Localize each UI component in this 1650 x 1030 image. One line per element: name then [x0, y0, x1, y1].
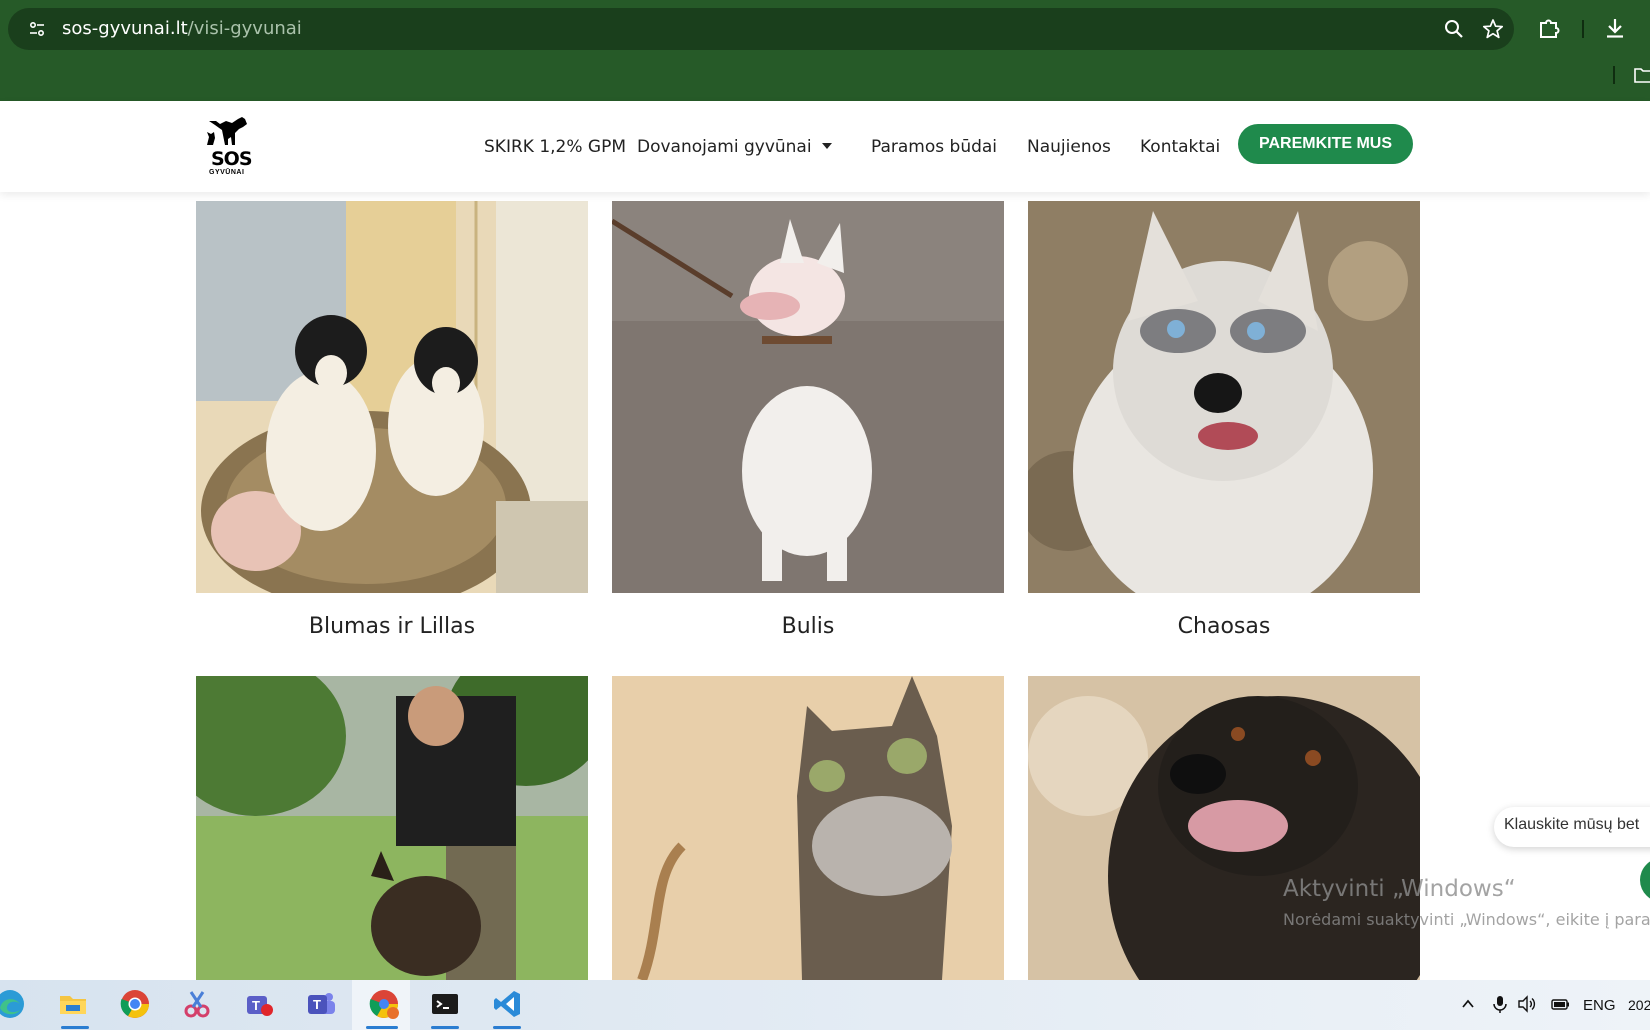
- speaker-icon[interactable]: [1517, 994, 1537, 1014]
- svg-text:T: T: [252, 998, 260, 1013]
- animal-photo-bulis[interactable]: [612, 201, 1004, 593]
- black-dog-image: [1028, 676, 1420, 980]
- running-indicator: [366, 1026, 398, 1029]
- shepherd-training-image: [196, 676, 588, 980]
- chevron-down-icon[interactable]: [822, 143, 832, 149]
- zoom-icon[interactable]: [1443, 18, 1465, 40]
- cat-frame-image: [612, 676, 1004, 980]
- support-us-button[interactable]: PAREMKITE MUS: [1238, 124, 1413, 164]
- microphone-icon[interactable]: [1490, 994, 1510, 1014]
- puppies-image: [196, 201, 588, 593]
- activation-watermark-subtitle: Norėdami suaktyvinti „Windows“, eikite į…: [1283, 910, 1650, 929]
- chat-open-button[interactable]: [1640, 858, 1650, 902]
- teams-icon[interactable]: T: [305, 988, 337, 1020]
- clock[interactable]: 202: [1628, 997, 1650, 1013]
- svg-text:T: T: [313, 997, 321, 1012]
- taskbar: T T ENG 202: [0, 980, 1650, 1030]
- husky-image: [1028, 201, 1420, 593]
- nav-kontaktai[interactable]: Kontaktai: [1140, 137, 1220, 157]
- running-indicator: [493, 1026, 521, 1029]
- address-bar[interactable]: sos-gyvunai.lt/visi-gyvunai: [8, 8, 1514, 50]
- logo-text: SOS: [211, 148, 253, 170]
- chrome-profile-icon[interactable]: [368, 988, 400, 1020]
- teams-classic-icon[interactable]: T: [243, 988, 275, 1020]
- nav-gpm[interactable]: SKIRK 1,2% GPM: [484, 137, 626, 157]
- tune-icon[interactable]: [28, 20, 46, 38]
- animal-photo-4[interactable]: [196, 676, 588, 980]
- site-logo[interactable]: SOS GYVŪNAI: [205, 115, 261, 177]
- terminal-icon[interactable]: [429, 988, 461, 1020]
- running-indicator: [61, 1026, 89, 1029]
- nav-dovanojami-gyvunai[interactable]: Dovanojami gyvūnai: [637, 137, 812, 157]
- animal-photo-blumas-lillas[interactable]: [196, 201, 588, 593]
- chrome-icon[interactable]: [119, 988, 151, 1020]
- url-path: /visi-gyvunai: [187, 18, 302, 39]
- bull-terrier-image: [612, 201, 1004, 593]
- folder-icon[interactable]: [1634, 67, 1650, 83]
- language-indicator[interactable]: ENG: [1583, 997, 1616, 1014]
- animal-photo-5[interactable]: [612, 676, 1004, 980]
- animal-photo-chaosas[interactable]: [1028, 201, 1420, 593]
- animal-name[interactable]: Chaosas: [1028, 614, 1420, 639]
- star-icon[interactable]: [1482, 18, 1504, 40]
- extensions-icon[interactable]: [1537, 16, 1561, 40]
- edge-icon[interactable]: [0, 988, 26, 1020]
- bookmarks-divider: [1613, 66, 1615, 84]
- file-explorer-icon[interactable]: [57, 988, 89, 1020]
- url-text[interactable]: sos-gyvunai.lt/visi-gyvunai: [62, 18, 302, 39]
- animal-name[interactable]: Bulis: [612, 614, 1004, 639]
- toolbar-divider: [1582, 20, 1584, 38]
- url-domain: sos-gyvunai.lt: [62, 18, 188, 39]
- chevron-up-icon[interactable]: [1461, 997, 1475, 1011]
- animal-photo-6[interactable]: [1028, 676, 1420, 980]
- vscode-icon[interactable]: [491, 988, 523, 1020]
- browser-toolbar: sos-gyvunai.lt/visi-gyvunai: [0, 0, 1650, 101]
- site-header: SOS GYVŪNAI SKIRK 1,2% GPM Dovanojami gy…: [0, 101, 1650, 192]
- download-icon[interactable]: [1603, 16, 1627, 40]
- battery-icon[interactable]: [1550, 994, 1570, 1014]
- running-indicator: [431, 1026, 459, 1029]
- animal-name[interactable]: Blumas ir Lillas: [196, 614, 588, 639]
- logo-subtitle: GYVŪNAI: [209, 169, 245, 176]
- nav-naujienos[interactable]: Naujienos: [1027, 137, 1111, 157]
- snipping-tool-icon[interactable]: [181, 988, 213, 1020]
- chat-prompt[interactable]: Klauskite mūsų bet: [1504, 816, 1639, 834]
- nav-paramos-budai[interactable]: Paramos būdai: [871, 137, 997, 157]
- activation-watermark-title: Aktyvinti „Windows“: [1283, 876, 1516, 902]
